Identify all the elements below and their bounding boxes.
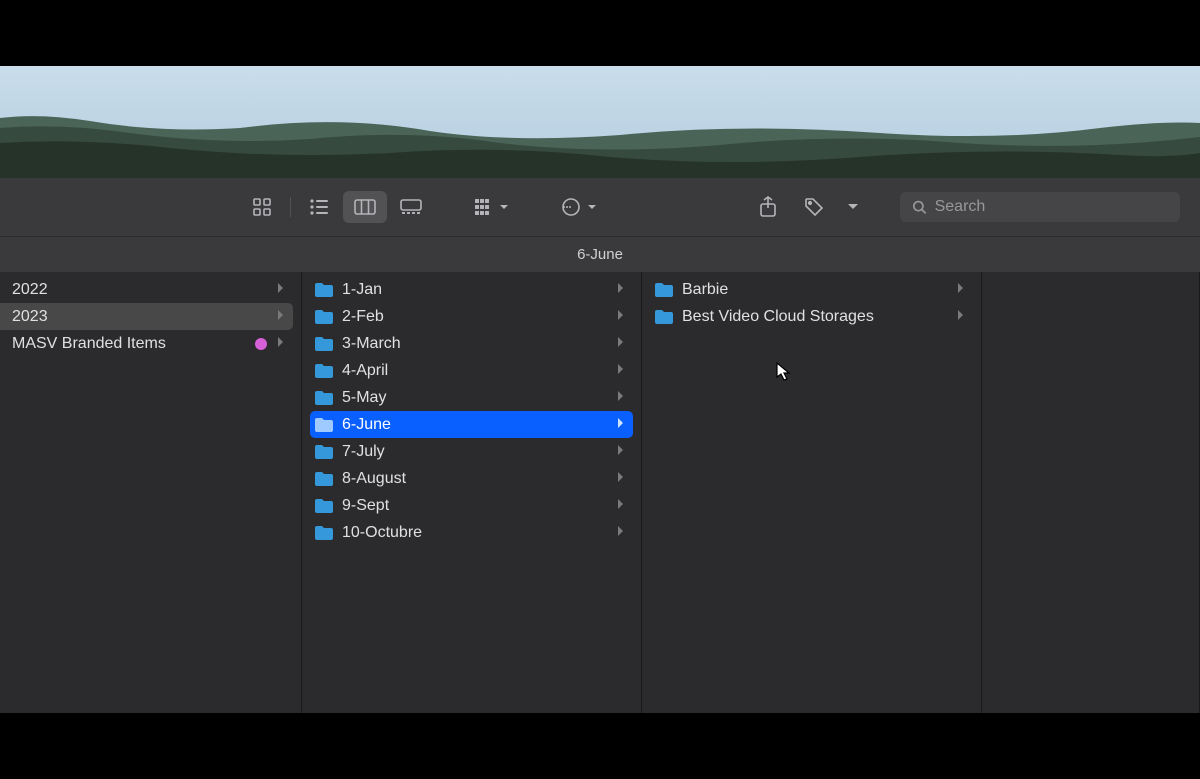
folder-icon	[314, 363, 334, 379]
folder-label: 5-May	[342, 389, 609, 407]
chevron-right-icon	[957, 281, 965, 299]
dropdown-button[interactable]	[838, 191, 868, 223]
folder-item[interactable]: MASV Branded Items	[0, 330, 293, 357]
finder-window: 6-June 20222023MASV Branded Items 1-Jan2…	[0, 66, 1200, 713]
folder-icon	[654, 309, 674, 325]
folder-icon	[314, 336, 334, 352]
folder-label: 2023	[12, 308, 269, 326]
folder-item[interactable]: 2-Feb	[310, 303, 633, 330]
folder-item[interactable]: 4-April	[310, 357, 633, 384]
chevron-right-icon	[617, 443, 625, 461]
icon-view-button[interactable]	[240, 191, 284, 223]
folder-icon	[314, 498, 334, 514]
chevron-right-icon	[617, 308, 625, 326]
toolbar-separator	[290, 197, 291, 217]
folder-item[interactable]: 1-Jan	[310, 276, 633, 303]
folder-icon	[314, 390, 334, 406]
folder-item[interactable]: 2022	[0, 276, 293, 303]
folder-label: Best Video Cloud Storages	[682, 308, 949, 326]
list-view-button[interactable]	[297, 191, 341, 223]
chevron-right-icon	[277, 281, 285, 299]
folder-label: 3-March	[342, 335, 609, 353]
chevron-right-icon	[617, 416, 625, 434]
column-browser: 2022 2023 MASV Branded Items 1-Jan 2-Feb 3-M…	[0, 272, 1200, 713]
group-by-button[interactable]	[465, 191, 519, 223]
folder-item[interactable]: 7-July	[310, 438, 633, 465]
folder-item[interactable]: 8-August	[310, 465, 633, 492]
column-4[interactable]	[982, 272, 1200, 713]
folder-label: Barbie	[682, 281, 949, 299]
folder-icon	[314, 309, 334, 325]
chevron-right-icon	[617, 281, 625, 299]
finder-toolbar	[0, 178, 1200, 236]
chevron-right-icon	[617, 362, 625, 380]
folder-item[interactable]: 2023	[0, 303, 293, 330]
folder-label: MASV Branded Items	[12, 335, 247, 353]
folder-item[interactable]: 6-June	[310, 411, 633, 438]
gallery-view-button[interactable]	[389, 191, 433, 223]
folder-icon	[314, 417, 334, 433]
chevron-right-icon	[617, 335, 625, 353]
folder-item[interactable]: 10-Octubre	[310, 519, 633, 546]
tag-dot	[255, 338, 267, 350]
path-title: 6-June	[0, 236, 1200, 272]
folder-icon	[314, 471, 334, 487]
desktop-wallpaper	[0, 66, 1200, 178]
action-menu-button[interactable]	[551, 191, 607, 223]
folder-item[interactable]: 9-Sept	[310, 492, 633, 519]
chevron-right-icon	[277, 308, 285, 326]
search-field[interactable]	[900, 192, 1180, 222]
share-button[interactable]	[746, 191, 790, 223]
search-icon	[912, 199, 927, 215]
folder-item[interactable]: Barbie	[650, 276, 973, 303]
folder-label: 4-April	[342, 362, 609, 380]
folder-label: 10-Octubre	[342, 524, 609, 542]
folder-label: 2022	[12, 281, 269, 299]
folder-label: 6-June	[342, 416, 609, 434]
folder-label: 2-Feb	[342, 308, 609, 326]
folder-label: 1-Jan	[342, 281, 609, 299]
column-2[interactable]: 1-Jan 2-Feb 3-March 4-April 5-May 6-June 7-Jul…	[302, 272, 642, 713]
folder-icon	[314, 525, 334, 541]
tags-button[interactable]	[792, 191, 836, 223]
column-1[interactable]: 2022 2023 MASV Branded Items	[0, 272, 302, 713]
chevron-right-icon	[617, 497, 625, 515]
column-view-button[interactable]	[343, 191, 387, 223]
folder-icon	[314, 282, 334, 298]
folder-label: 9-Sept	[342, 497, 609, 515]
folder-item[interactable]: Best Video Cloud Storages	[650, 303, 973, 330]
chevron-right-icon	[957, 308, 965, 326]
folder-label: 7-July	[342, 443, 609, 461]
view-mode-group	[240, 191, 433, 223]
folder-icon	[654, 282, 674, 298]
chevron-right-icon	[277, 335, 285, 353]
folder-label: 8-August	[342, 470, 609, 488]
column-3[interactable]: Barbie Best Video Cloud Storages	[642, 272, 982, 713]
chevron-right-icon	[617, 524, 625, 542]
folder-item[interactable]: 5-May	[310, 384, 633, 411]
folder-icon	[314, 444, 334, 460]
folder-item[interactable]: 3-March	[310, 330, 633, 357]
search-input[interactable]	[935, 198, 1168, 216]
chevron-right-icon	[617, 389, 625, 407]
chevron-right-icon	[617, 470, 625, 488]
